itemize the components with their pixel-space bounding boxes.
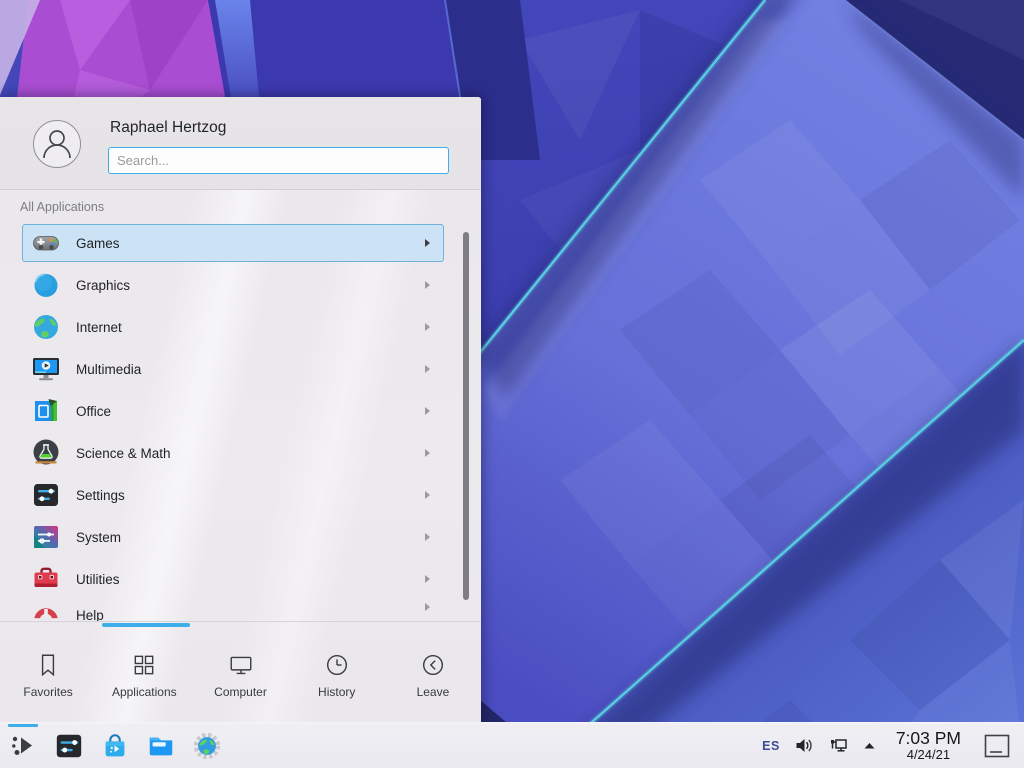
scrollbar[interactable] xyxy=(463,232,469,600)
media-player-icon xyxy=(30,353,62,385)
system-icon xyxy=(30,521,62,553)
app-launcher-button[interactable] xyxy=(0,723,46,768)
application-launcher-menu: Raphael Hertzog All Applications Games xyxy=(0,97,481,722)
discover-icon xyxy=(100,731,130,761)
category-list: Games Graphics Internet xyxy=(0,218,481,621)
category-internet[interactable]: Internet xyxy=(22,308,444,346)
show-desktop-button[interactable] xyxy=(980,723,1014,768)
network-icon[interactable] xyxy=(827,735,849,756)
document-icon xyxy=(30,395,62,427)
web-browser-icon xyxy=(192,731,222,761)
taskbar-file-manager[interactable] xyxy=(138,723,184,768)
system-tray: ES 7:03 PM 4/24/21 xyxy=(762,723,1014,768)
category-help[interactable]: Help xyxy=(22,602,444,621)
clock-icon xyxy=(324,652,350,678)
category-office[interactable]: Office xyxy=(22,392,444,430)
taskbar: ES 7:03 PM 4/24/21 xyxy=(0,722,1024,768)
footer-separator xyxy=(0,621,481,622)
submenu-arrow-icon xyxy=(425,603,430,611)
submenu-arrow-icon xyxy=(425,575,430,583)
clock[interactable]: 7:03 PM 4/24/21 xyxy=(896,729,961,761)
taskbar-web-browser[interactable] xyxy=(184,723,230,768)
tab-leave[interactable]: Leave xyxy=(385,629,481,722)
launcher-active-indicator xyxy=(8,724,38,727)
tab-applications[interactable]: Applications xyxy=(96,629,192,722)
search-input[interactable] xyxy=(108,147,449,174)
desktop[interactable]: Raphael Hertzog All Applications Games xyxy=(0,0,1024,768)
monitor-icon xyxy=(228,652,254,678)
taskbar-discover[interactable] xyxy=(92,723,138,768)
tab-history[interactable]: History xyxy=(289,629,385,722)
grid-icon xyxy=(131,652,157,678)
category-games[interactable]: Games xyxy=(22,224,444,262)
gamepad-icon xyxy=(30,227,62,259)
submenu-arrow-icon xyxy=(425,533,430,541)
footer-tabs: Favorites Applications Computer xyxy=(0,629,481,722)
category-science-math[interactable]: Science & Math xyxy=(22,434,444,472)
menu-header: Raphael Hertzog xyxy=(0,97,481,190)
clock-date: 4/24/21 xyxy=(896,748,961,762)
keyboard-layout-indicator[interactable]: ES xyxy=(762,739,780,753)
active-tab-indicator xyxy=(102,623,190,627)
submenu-arrow-icon xyxy=(425,449,430,457)
volume-icon[interactable] xyxy=(793,735,814,756)
category-multimedia[interactable]: Multimedia xyxy=(22,350,444,388)
user-name: Raphael Hertzog xyxy=(110,119,226,137)
sliders-icon xyxy=(30,479,62,511)
category-settings[interactable]: Settings xyxy=(22,476,444,514)
category-system[interactable]: System xyxy=(22,518,444,556)
expand-tray-icon[interactable] xyxy=(862,738,877,753)
submenu-arrow-icon xyxy=(425,407,430,415)
submenu-arrow-icon xyxy=(425,281,430,289)
system-settings-icon xyxy=(54,731,84,761)
submenu-arrow-icon xyxy=(425,323,430,331)
avatar[interactable] xyxy=(33,120,81,168)
toolbox-icon xyxy=(30,563,62,595)
tab-favorites[interactable]: Favorites xyxy=(0,629,96,722)
file-manager-icon xyxy=(146,731,176,761)
category-graphics[interactable]: Graphics xyxy=(22,266,444,304)
tab-computer[interactable]: Computer xyxy=(192,629,288,722)
category-utilities[interactable]: Utilities xyxy=(22,560,444,598)
globe-icon xyxy=(30,311,62,343)
lifesaver-icon xyxy=(30,606,62,621)
show-desktop-icon xyxy=(983,733,1011,759)
leave-icon xyxy=(420,652,446,678)
clock-time: 7:03 PM xyxy=(896,729,961,747)
submenu-arrow-icon xyxy=(425,491,430,499)
kde-launcher-icon xyxy=(8,731,38,761)
flask-icon xyxy=(30,437,62,469)
section-label: All Applications xyxy=(20,200,104,214)
submenu-arrow-icon xyxy=(425,239,430,247)
submenu-arrow-icon xyxy=(425,365,430,373)
sphere-icon xyxy=(30,269,62,301)
taskbar-system-settings[interactable] xyxy=(46,723,92,768)
bookmark-icon xyxy=(35,652,61,678)
user-icon xyxy=(34,121,80,167)
